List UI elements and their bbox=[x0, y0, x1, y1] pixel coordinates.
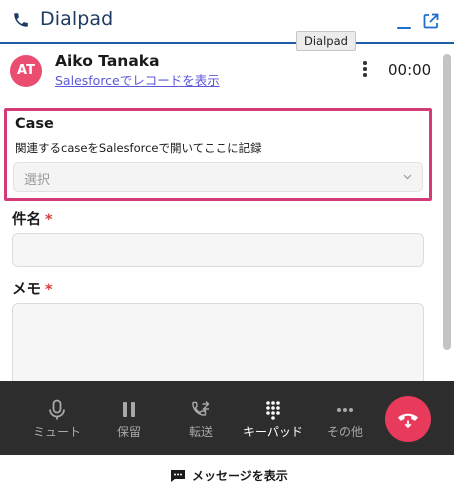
hang-up-button[interactable] bbox=[385, 396, 431, 442]
phone-icon bbox=[14, 13, 28, 27]
more-horizontal-icon bbox=[337, 408, 353, 412]
microphone-icon bbox=[49, 399, 65, 420]
mute-label: ミュート bbox=[32, 425, 81, 439]
avatar[interactable]: AT bbox=[10, 55, 42, 87]
case-panel: Case 関連するcaseをSalesforceで開いてここに記録 選択 bbox=[4, 108, 432, 201]
required-mark: * bbox=[45, 212, 53, 228]
case-title: Case bbox=[15, 116, 54, 132]
case-select-value: 選択 bbox=[24, 173, 51, 188]
contact-header: AT Aiko Tanaka Salesforceでレコードを表示 00:00 bbox=[0, 46, 442, 94]
app-title: Dialpad bbox=[40, 8, 114, 30]
keypad-button[interactable]: キーパッド bbox=[237, 381, 309, 455]
contact-name: Aiko Tanaka bbox=[55, 52, 160, 70]
transfer-label: 転送 bbox=[188, 425, 213, 439]
case-select[interactable]: 選択 bbox=[13, 162, 423, 192]
hang-up-icon bbox=[398, 413, 418, 429]
chevron-down-icon bbox=[403, 174, 412, 180]
mute-button[interactable]: ミュート bbox=[21, 381, 93, 455]
required-mark: * bbox=[45, 282, 53, 298]
app-title-bar: Dialpad bbox=[0, 0, 454, 44]
subject-label: 件名 * bbox=[12, 212, 53, 228]
keypad-label: キーパッド bbox=[243, 425, 303, 439]
tooltip: Dialpad bbox=[296, 31, 356, 51]
keypad-icon bbox=[266, 401, 280, 420]
show-messages-button[interactable]: メッセージを表示 bbox=[192, 467, 288, 484]
popout-window-icon[interactable] bbox=[422, 12, 440, 30]
more-label: その他 bbox=[326, 425, 363, 439]
footer: メッセージを表示 bbox=[0, 455, 454, 494]
minimize-button[interactable] bbox=[396, 12, 412, 30]
case-description: 関連するcaseをSalesforceで開いてここに記録 bbox=[15, 141, 262, 155]
transfer-button[interactable]: 転送 bbox=[165, 381, 237, 455]
more-button[interactable]: その他 bbox=[309, 381, 381, 455]
more-options-icon[interactable] bbox=[358, 59, 372, 79]
pause-icon bbox=[123, 402, 135, 417]
subject-input[interactable] bbox=[12, 233, 424, 267]
call-timer: 00:00 bbox=[388, 61, 432, 79]
hold-label: 保留 bbox=[116, 425, 141, 439]
transfer-call-icon bbox=[192, 401, 210, 416]
memo-label: メモ * bbox=[12, 282, 53, 298]
scrollbar[interactable] bbox=[443, 54, 451, 350]
hold-button[interactable]: 保留 bbox=[93, 381, 165, 455]
message-icon bbox=[171, 470, 185, 482]
view-record-link[interactable]: Salesforceでレコードを表示 bbox=[55, 70, 220, 89]
memo-textarea[interactable] bbox=[12, 303, 424, 393]
